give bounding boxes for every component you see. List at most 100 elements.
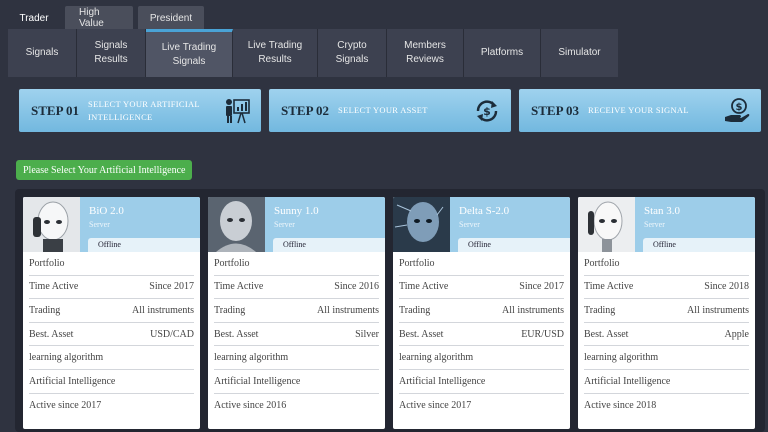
row-label: Best. Asset [584,328,629,340]
nav-live-trading-signals[interactable]: Live Trading Signals [146,29,233,77]
ai-subtitle: Server [89,220,110,229]
row-value: All instruments [502,304,564,316]
card-info: Delta S-2.0 Server Offline [450,197,570,252]
row-label: learning algorithm [584,352,659,364]
row-time-active: Time Active Since 2017 [399,276,564,300]
card-rows: Portfolio Time Active Since 2016 Trading A… [208,252,385,417]
ai-card-delta[interactable]: Delta S-2.0 Server Offline Portfolio Tim… [393,197,570,429]
row-label: Active since 2018 [584,399,657,411]
row-time-active: Time Active Since 2017 [29,276,194,300]
row-artificial-intelligence: Artificial Intelligence [29,370,194,394]
row-best-asset: Best. Asset USD/CAD [29,323,194,347]
robot-avatar [393,197,450,252]
row-label: Portfolio [584,257,620,269]
row-label: Portfolio [214,257,250,269]
step-03: STEP 03 RECEIVE YOUR SIGNAL $ [519,89,761,132]
row-portfolio: Portfolio [29,252,194,276]
card-header: Stan 3.0 Server Offline [578,197,755,252]
steps-bar: STEP 01 SELECT YOUR ARTIFICIAL INTELLIGE… [19,89,761,132]
nav-simulator[interactable]: Simulator [541,29,618,77]
ai-name: Delta S-2.0 [459,205,510,217]
row-portfolio: Portfolio [214,252,379,276]
main-nav: Signals Signals Results Live Trading Sig… [8,29,618,77]
row-active-since: Active since 2018 [584,394,749,418]
nav-signals-results[interactable]: Signals Results [77,29,146,77]
select-ai-button[interactable]: Please Select Your Artificial Intelligen… [16,160,193,180]
status-badge: Offline [643,238,755,252]
row-label: Artificial Intelligence [214,375,301,387]
step-01: STEP 01 SELECT YOUR ARTIFICIAL INTELLIGE… [19,89,261,132]
row-label: Active since 2016 [214,399,287,411]
robot-avatar [208,197,265,252]
hand-coin-icon: $ [723,97,751,125]
row-value: USD/CAD [150,328,194,340]
ai-subtitle: Server [274,220,295,229]
row-label: Trading [29,304,61,316]
ai-card-bio[interactable]: BiO 2.0 Server Offline Portfolio Time Ac… [23,197,200,429]
card-rows: Portfolio Time Active Since 2017 Trading A… [393,252,570,417]
row-value: EUR/USD [521,328,564,340]
row-label: Time Active [399,281,449,293]
row-portfolio: Portfolio [399,252,564,276]
card-header: BiO 2.0 Server Offline [23,197,200,252]
ai-card-stan[interactable]: Stan 3.0 Server Offline Portfolio Time A… [578,197,755,429]
row-label: Best. Asset [214,328,259,340]
card-rows: Portfolio Time Active Since 2018 Trading A… [578,252,755,417]
row-time-active: Time Active Since 2016 [214,276,379,300]
account-type-tabs: Trader High Value President [8,6,204,30]
row-label: Best. Asset [399,328,444,340]
ai-cards-panel: BiO 2.0 Server Offline Portfolio Time Ac… [15,189,765,432]
row-value: Silver [355,328,379,340]
ai-subtitle: Server [644,220,665,229]
nav-crypto-signals[interactable]: Crypto Signals [318,29,387,77]
nav-live-trading-results[interactable]: Live Trading Results [233,29,318,77]
ai-name: BiO 2.0 [89,205,124,217]
nav-members-reviews[interactable]: Members Reviews [387,29,464,77]
presentation-chart-icon [223,97,251,125]
card-header: Sunny 1.0 Server Offline [208,197,385,252]
row-label: Active since 2017 [29,399,102,411]
nav-signals[interactable]: Signals [8,29,77,77]
row-best-asset: Best. Asset Silver [214,323,379,347]
step-02: STEP 02 SELECT YOUR ASSET $ [269,89,511,132]
ai-card-sunny[interactable]: Sunny 1.0 Server Offline Portfolio Time … [208,197,385,429]
svg-text:$: $ [736,102,743,113]
status-badge: Offline [88,238,200,252]
row-label: Trading [214,304,246,316]
row-label: Artificial Intelligence [399,375,486,387]
row-label: Portfolio [399,257,435,269]
row-active-since: Active since 2016 [214,394,379,418]
robot-avatar [578,197,635,252]
row-artificial-intelligence: Artificial Intelligence [214,370,379,394]
tab-high-value[interactable]: High Value [65,6,133,30]
card-rows: Portfolio Time Active Since 2017 Trading A… [23,252,200,417]
row-label: Artificial Intelligence [584,375,671,387]
row-trading: Trading All instruments [584,299,749,323]
card-info: Sunny 1.0 Server Offline [265,197,385,252]
row-label: Portfolio [29,257,65,269]
row-label: Time Active [29,281,79,293]
ai-name: Stan 3.0 [644,205,681,217]
step-number: STEP 03 [531,102,580,118]
tab-trader[interactable]: Trader [8,6,60,30]
row-time-active: Time Active Since 2018 [584,276,749,300]
row-value: Apple [724,328,749,340]
row-active-since: Active since 2017 [29,394,194,418]
step-text: SELECT YOUR ASSET [338,105,428,115]
card-info: BiO 2.0 Server Offline [80,197,200,252]
row-trading: Trading All instruments [214,299,379,323]
row-label: learning algorithm [29,352,104,364]
row-label: Artificial Intelligence [29,375,116,387]
row-portfolio: Portfolio [584,252,749,276]
row-artificial-intelligence: Artificial Intelligence [584,370,749,394]
tab-president[interactable]: President [138,6,204,30]
ai-name: Sunny 1.0 [274,205,319,217]
row-value: All instruments [317,304,379,316]
status-badge: Offline [273,238,385,252]
dollar-exchange-icon: $ [473,97,501,125]
row-label: Trading [399,304,431,316]
row-learning-algorithm: learning algorithm [399,346,564,370]
robot-avatar [23,197,80,252]
row-trading: Trading All instruments [29,299,194,323]
nav-platforms[interactable]: Platforms [464,29,541,77]
